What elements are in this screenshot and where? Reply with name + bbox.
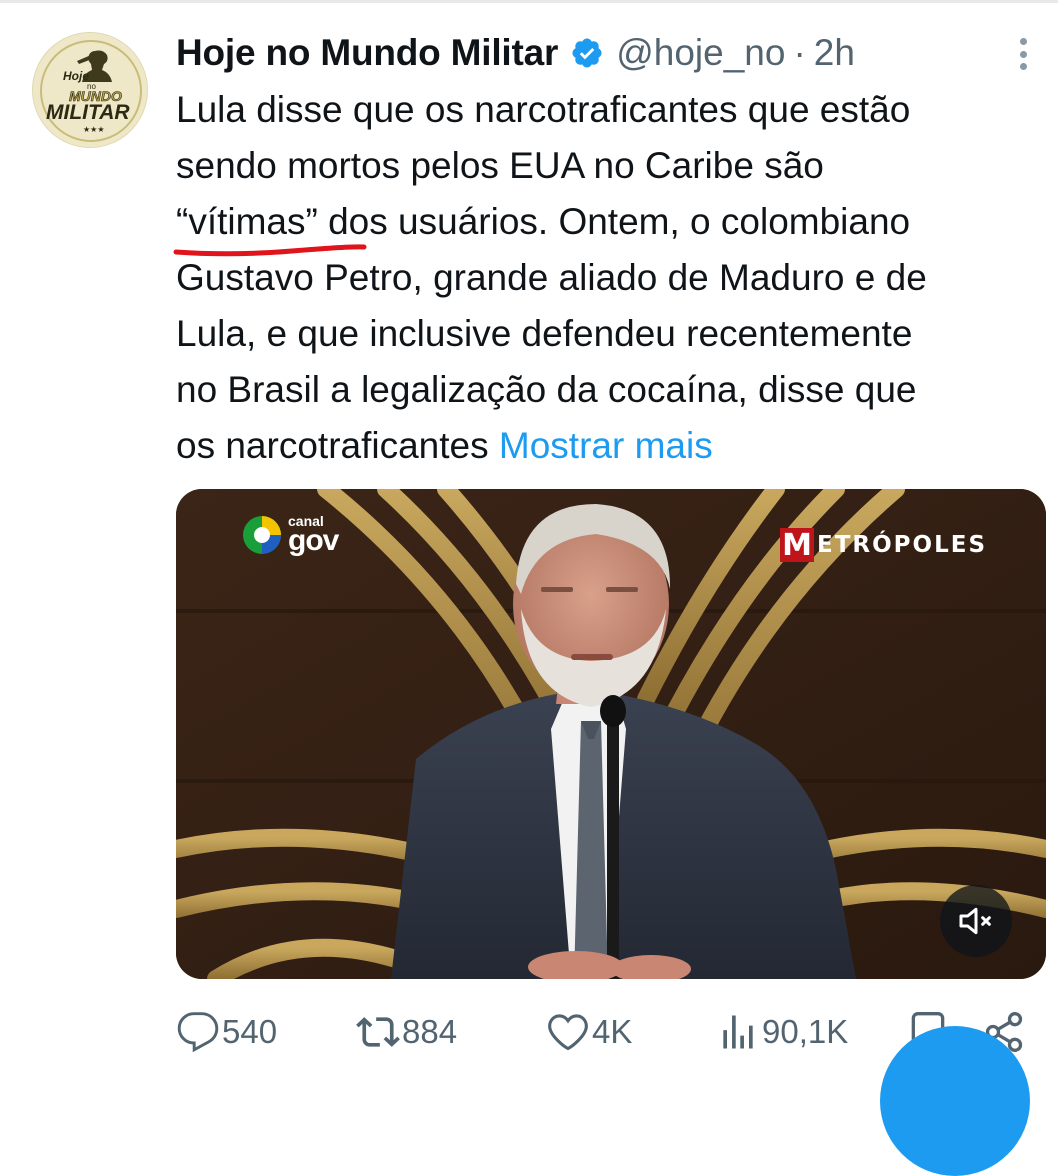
avatar[interactable]: Hoje no MUNDO MILITAR ★★★ (32, 32, 148, 148)
red-underline-annotation (173, 244, 367, 257)
repost-icon (356, 1017, 400, 1047)
repost-button[interactable]: 884 (356, 1004, 457, 1060)
author-handle[interactable]: @hoje_no (616, 32, 785, 74)
show-more-link[interactable]: Mostrar mais (499, 425, 713, 466)
canal-gov-big-text: gov (288, 524, 339, 557)
repost-count: 884 (402, 1013, 458, 1050)
compose-fab-button[interactable] (880, 1026, 1030, 1176)
views-button[interactable]: 90,1K (716, 1004, 848, 1060)
tweet-text-line-5: Lula, e que inclusive defendeu recenteme… (176, 313, 913, 354)
avatar-logo-icon: Hoje no MUNDO MILITAR ★★★ (33, 33, 147, 147)
tweet-text-line-2: sendo mortos pelos EUA no Caribe são (176, 145, 824, 186)
avatar-text-militar: MILITAR (46, 101, 130, 124)
tweet-text-line-4: Gustavo Petro, grande aliado de Maduro e… (176, 257, 927, 298)
author-name[interactable]: Hoje no Mundo Militar (176, 32, 558, 74)
verified-badge-icon[interactable] (570, 36, 604, 70)
reply-icon (177, 1012, 219, 1053)
canal-gov-logo: canal gov (242, 513, 339, 557)
tweet-text: Lula disse que os narcotraficantes que e… (173, 82, 1056, 474)
header-separator: · (793, 32, 806, 73)
tweet-time[interactable]: 2h (814, 32, 855, 74)
video-player[interactable]: canal gov M ETRÓPOLES (176, 489, 1046, 979)
avatar-text-hoje: Hoje (63, 69, 89, 83)
reply-count: 540 (222, 1013, 278, 1050)
like-button[interactable]: 4K (546, 1004, 632, 1060)
underlined-word-text: “vítimas” (176, 201, 318, 242)
more-options-icon[interactable] (1008, 34, 1038, 74)
canal-gov-emblem-icon (243, 516, 281, 554)
tweet-text-line-6: no Brasil a legalização da cocaína, diss… (176, 369, 917, 410)
tweet-text-line-3: “vítimas” dos usuários. Ontem, o colombi… (173, 194, 1056, 257)
tweet-header: Hoje no Mundo Militar @hoje_no · 2h (176, 30, 855, 76)
like-icon (548, 1014, 588, 1051)
tweet-text-line-7-text: os narcotraficantes (176, 425, 499, 466)
tweet-text-line-1: Lula disse que os narcotraficantes que e… (176, 89, 911, 130)
underlined-word: “vítimas” (173, 194, 367, 257)
like-count: 4K (592, 1013, 633, 1050)
tweet-text-line-3-rest: dos usuários. Ontem, o colombiano (317, 201, 911, 242)
metropoles-m-mark: M (780, 528, 814, 563)
views-count: 90,1K (762, 1013, 849, 1050)
views-icon (723, 1015, 753, 1049)
tweet[interactable]: Hoje no MUNDO MILITAR ★★★ Hoje no Mundo … (0, 0, 1058, 1176)
avatar-stars-icon: ★★★ (83, 125, 105, 134)
metropoles-logo: M ETRÓPOLES (780, 527, 987, 563)
metropoles-wordmark: ETRÓPOLES (817, 532, 988, 558)
reply-button[interactable]: 540 (176, 1004, 277, 1060)
mute-icon (959, 907, 991, 935)
tweet-text-line-7: os narcotraficantes Mostrar mais (176, 418, 1056, 474)
mute-button[interactable] (940, 885, 1012, 957)
